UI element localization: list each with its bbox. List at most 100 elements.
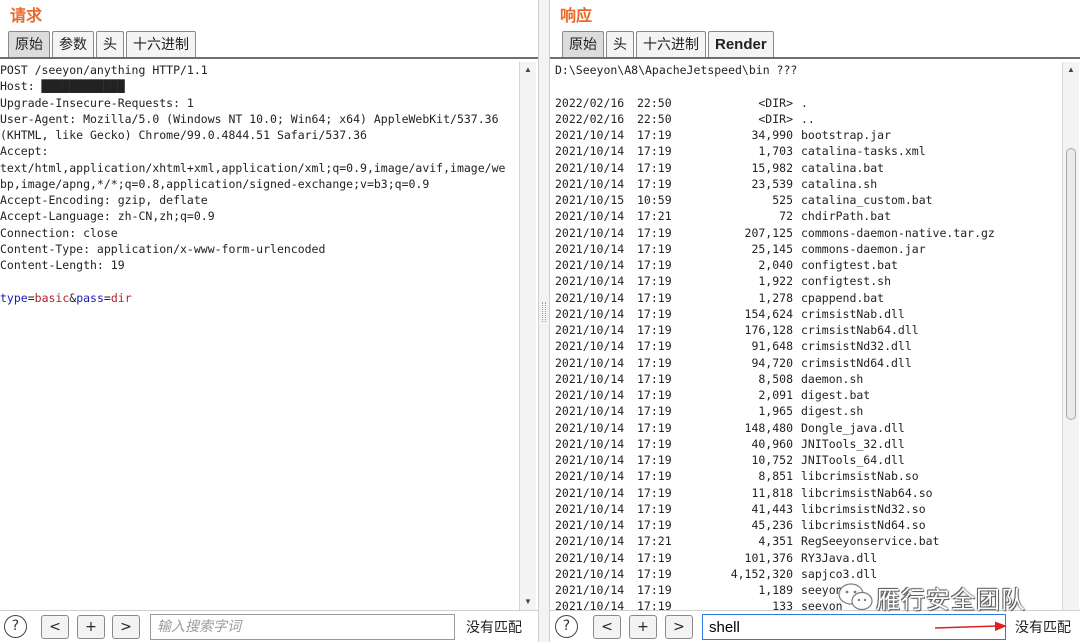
dir-entry-time: 17:19 [637,566,672,581]
dir-entry-time: 17:19 [637,501,672,516]
request-search-input[interactable] [150,614,455,640]
tab-hex[interactable]: 十六进制 [126,31,196,58]
scroll-down-arrow[interactable]: ▼ [520,594,536,610]
dir-entry-time: 17:19 [637,225,672,240]
dir-entry-size: 525 [772,193,793,207]
dir-entry-date: 2021/10/14 [555,453,625,467]
tab-render[interactable]: Render [708,31,774,58]
search-add-button[interactable]: + [629,615,657,639]
dir-entry-time: 17:19 [637,371,672,386]
splitter-grip-icon[interactable] [542,302,546,322]
dir-entry-date: 2021/10/14 [555,290,625,305]
dir-entry-name: .. [801,111,815,126]
dir-entry-date: 2021/10/14 [555,160,625,175]
dir-entry-time: 17:19 [637,453,672,467]
response-scrollbar[interactable]: ▲ [1062,62,1079,610]
dir-entry-name: libcrimsistNab64.so [801,485,933,500]
dir-entry-time: 17:19 [637,404,672,419]
dir-entry-time: 17:19 [637,420,672,435]
request-editor[interactable]: POST /seeyon/anything HTTP/1.1 Host: ████… [0,62,518,610]
search-next-button[interactable]: > [665,615,693,639]
dir-entry-time: 17:19 [637,518,672,532]
help-icon[interactable]: ? [4,615,27,638]
param-name: pass [76,290,104,305]
watermark-text: 雁行安全团队 [876,585,1026,614]
dir-entry-row: 2021/10/14 17:19 1,922 configtest.sh [555,273,1061,289]
scroll-up-arrow[interactable]: ▲ [520,62,536,78]
response-title: 响应 [560,6,593,25]
dir-entry-date: 2021/10/14 [555,371,625,386]
dir-entry-row: 2021/10/14 17:19 15,982 catalina.bat [555,160,1061,176]
dir-entry-row: 2021/10/14 17:19 207,125 commons-daemon-nat… [555,225,1061,241]
dir-entry-size: 1,189 [758,583,793,597]
dir-entry-date: 2021/10/14 [555,566,625,581]
dir-entry-row: 2021/10/14 17:19 23,539 catalina.sh [555,176,1061,192]
dir-entry-row: 2021/10/14 17:19 1,965 digest.sh [555,403,1061,419]
dir-entry-size: 4,351 [758,534,793,549]
dir-entry-row: 2021/10/14 17:19 148,480 Dongle_java.dll [555,420,1061,436]
dir-entry-name: cpappend.bat [801,290,885,305]
scroll-up-arrow[interactable]: ▲ [1063,62,1079,78]
response-editor[interactable]: D:\Seeyon\A8\ApacheJetspeed\bin ??? 2022… [555,62,1061,610]
dir-entry-name: . [801,95,808,110]
pane-splitter[interactable] [538,0,550,642]
dir-entry-name: Dongle_java.dll [801,420,905,435]
request-line: Content-Type: application/x-www-form-url… [0,241,326,256]
dir-entry-row: 2021/10/14 17:19 25,145 commons-daemon.jar [555,241,1061,257]
search-prev-button[interactable]: < [593,615,621,639]
dir-entry-date: 2021/10/14 [555,274,625,289]
dir-entry-time: 17:21 [637,534,672,549]
dir-entry-size: 72 [779,209,793,224]
dir-entry-time: 10:59 [637,193,672,207]
tab-raw[interactable]: 原始 [562,31,604,58]
dir-entry-size: 15,982 [751,160,793,175]
dir-entry-row: 2021/10/14 17:19 8,851 libcrimsistNab.so [555,468,1061,484]
dir-entry-date: 2022/02/16 [555,95,625,110]
dir-entry-time: 17:19 [637,485,672,500]
dir-entry-name: digest.sh [801,404,864,419]
dir-entry-row: 2021/10/14 17:19 2,091 digest.bat [555,387,1061,403]
dir-entry-time: 17:19 [637,290,672,305]
request-body-line: type=basic&pass=dir [0,290,518,306]
tab-headers[interactable]: 头 [96,31,124,58]
scroll-thumb[interactable] [1066,148,1076,420]
dir-entry-time: 17:19 [637,469,672,484]
dir-entry-row: 2021/10/14 17:19 176,128 crimsistNab64.dll [555,322,1061,338]
dir-entry-date: 2021/10/14 [555,258,625,272]
dir-entry-row: 2021/10/14 17:19 41,443 libcrimsistNd32.so [555,501,1061,517]
dir-entry-size: 34,990 [751,128,793,142]
tab-headers[interactable]: 头 [606,31,634,58]
dir-entry-size: 148,480 [744,420,793,435]
dir-entry-name: commons-daemon-native.tar.gz [801,225,995,240]
request-search-bar: ? < + > 没有匹配 [0,610,538,642]
request-title: 请求 [10,6,43,25]
tab-hex[interactable]: 十六进制 [636,31,706,58]
search-prev-button[interactable]: < [41,615,69,639]
request-line: bp,image/apng,*/*;q=0.8,application/sign… [0,176,430,191]
search-add-button[interactable]: + [77,615,105,639]
dir-entry-name: configtest.bat [801,258,898,272]
dir-entry-row: 2021/10/14 17:19 34,990 bootstrap.jar [555,127,1061,143]
tab-underline [0,57,538,59]
dir-entry-size: 8,508 [758,371,793,386]
help-icon[interactable]: ? [555,615,578,638]
tab-raw[interactable]: 原始 [8,31,50,58]
dir-entry-name: libcrimsistNd64.so [801,518,926,532]
dir-entry-date: 2021/10/14 [555,501,625,516]
dir-entry-time: 17:19 [637,323,672,337]
dir-entry-row: 2021/10/14 17:19 1,278 cpappend.bat [555,290,1061,306]
dir-entry-size: 1,965 [758,404,793,419]
tab-params[interactable]: 参数 [52,31,94,58]
dir-entry-date: 2021/10/14 [555,550,625,565]
dir-entry-name: crimsistNd32.dll [801,339,912,354]
request-scrollbar[interactable]: ▲ ▼ [519,62,536,610]
dir-entry-time: 22:50 [637,111,672,126]
dir-entry-date: 2021/10/14 [555,339,625,354]
dir-entry-size: 154,624 [744,306,793,321]
dir-entry-name: catalina.sh [801,176,878,191]
search-next-button[interactable]: > [112,615,140,639]
dir-entry-date: 2021/10/14 [555,534,625,549]
dir-entry-row: 2021/10/14 17:19 45,236 libcrimsistNd64.so [555,517,1061,533]
dir-entry-date: 2021/10/14 [555,518,625,532]
